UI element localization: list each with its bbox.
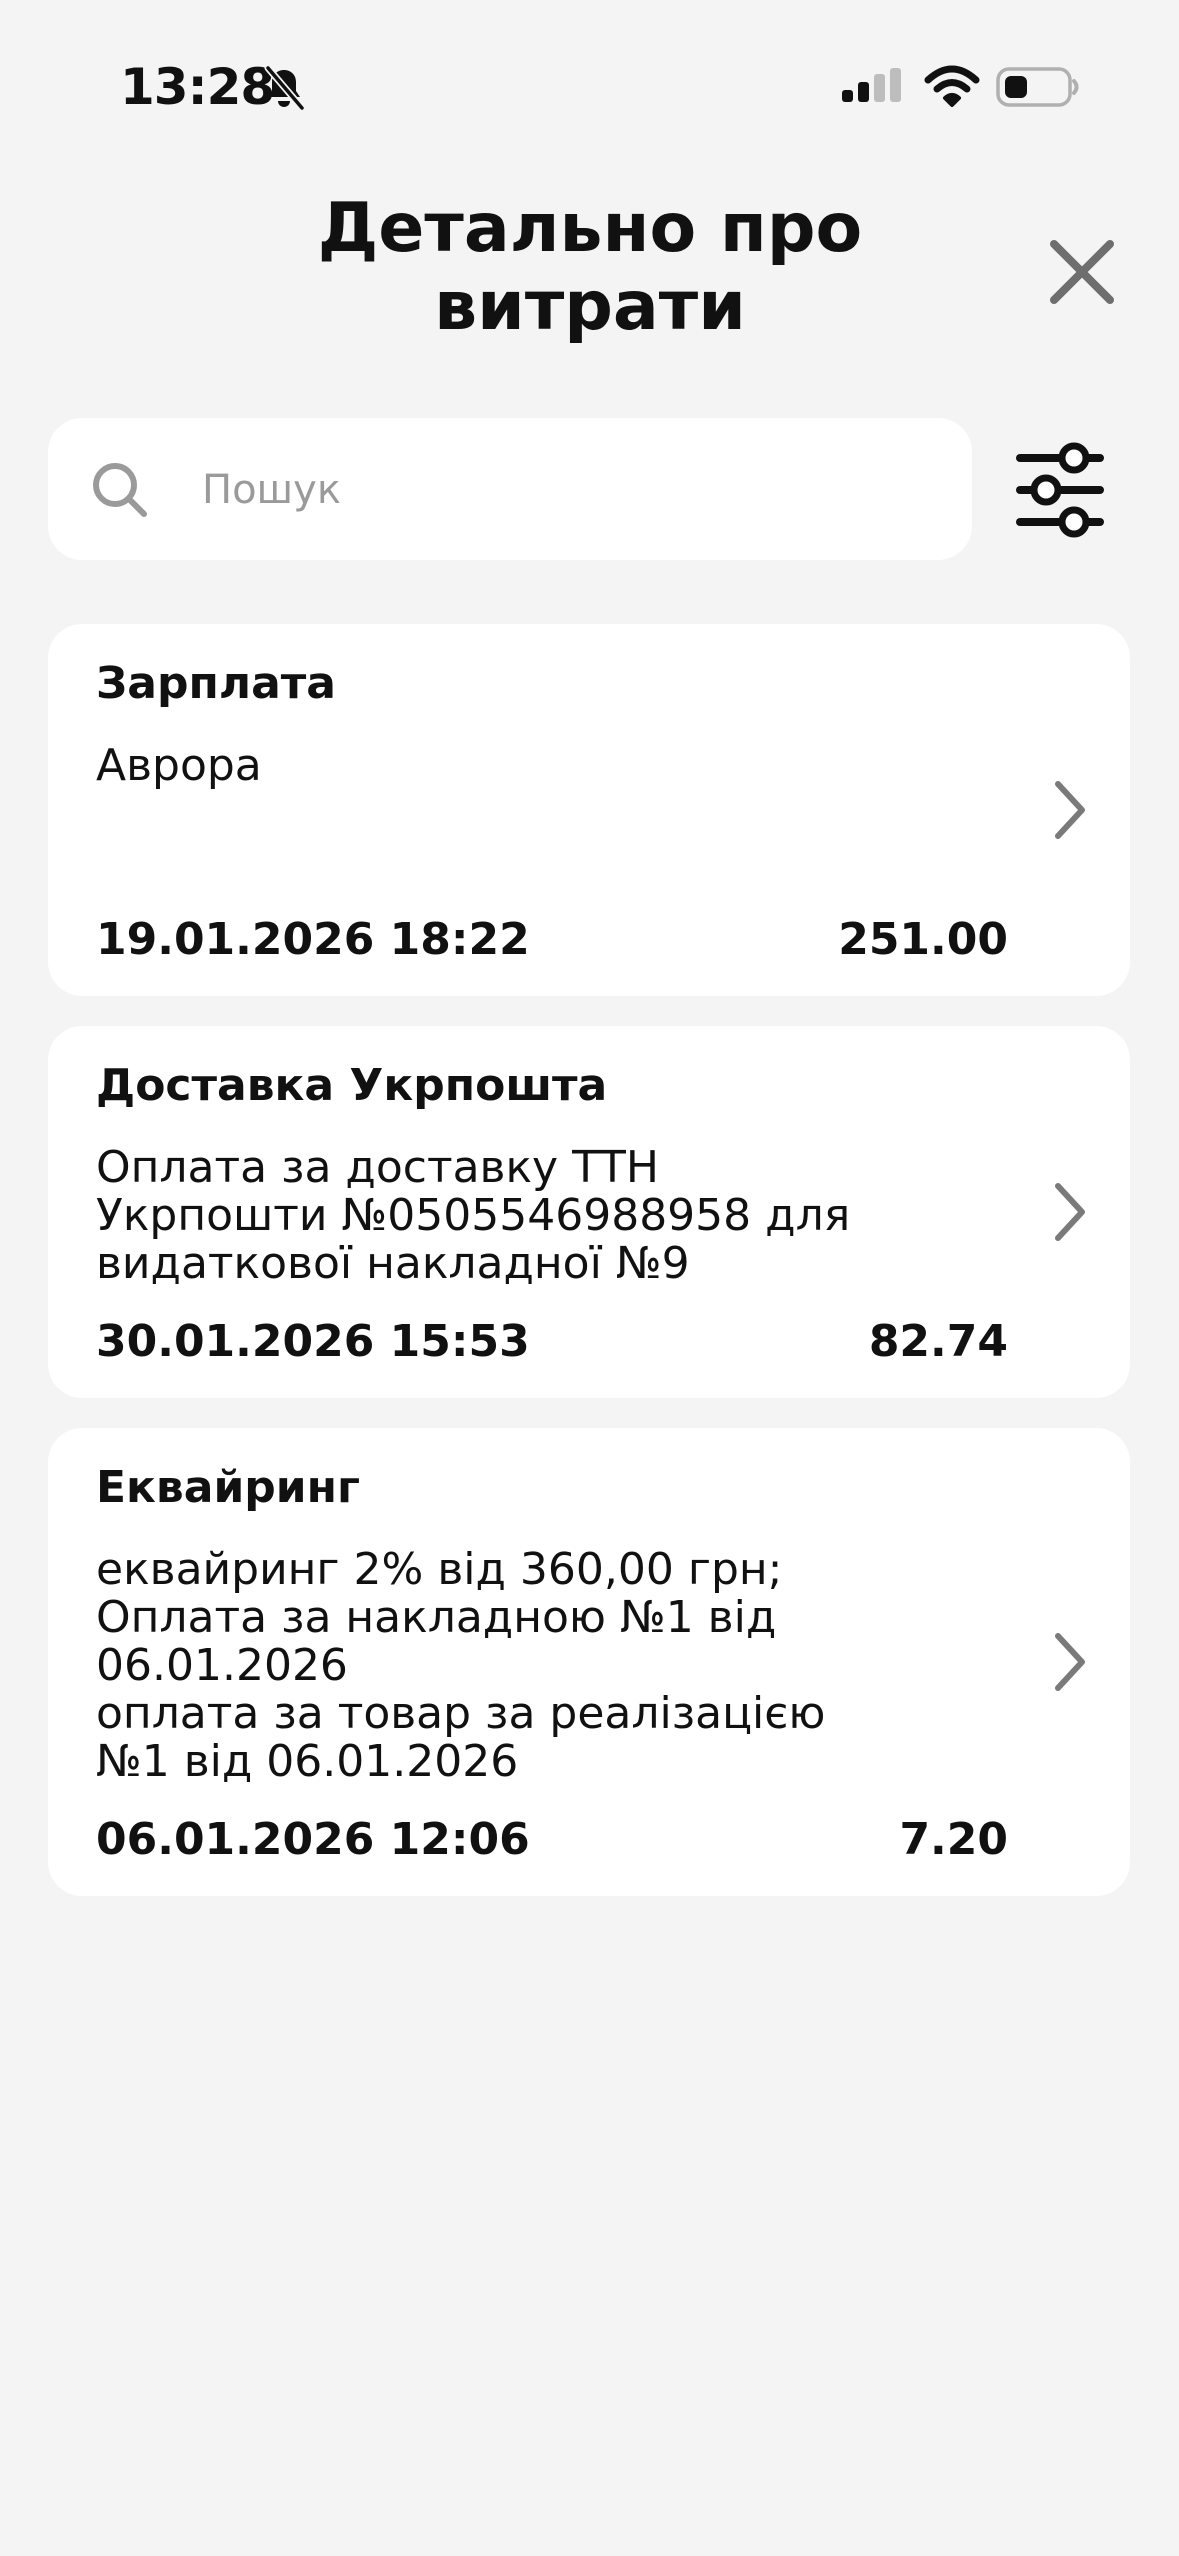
expense-card[interactable]: Еквайринг еквайринг 2% від 360,00 грн; О… [48, 1428, 1130, 1896]
status-time: 13:28 [120, 58, 275, 116]
status-bar: 13:28 [0, 0, 1179, 180]
expense-description: Аврора [96, 740, 262, 791]
expense-amount: 7.20 [899, 1814, 1008, 1865]
sliders-icon[interactable] [1012, 440, 1108, 540]
expense-amount: 251.00 [838, 914, 1008, 965]
expense-card[interactable]: Доставка Укрпошта Оплата за доставку ТТН… [48, 1026, 1130, 1398]
close-icon[interactable] [1044, 234, 1120, 310]
chevron-right-icon [1055, 781, 1085, 839]
bell-slash-icon [264, 64, 306, 112]
search-icon [93, 463, 147, 517]
search-box[interactable] [48, 418, 972, 560]
chevron-right-icon [1055, 1183, 1085, 1241]
expense-title: Еквайринг [96, 1462, 360, 1513]
battery-icon [996, 67, 1079, 107]
chevron-right-icon [1055, 1633, 1085, 1691]
expense-card[interactable]: Зарплата Аврора 19.01.2026 18:22 251.00 [48, 624, 1130, 996]
expense-date: 06.01.2026 12:06 [96, 1814, 530, 1865]
expense-description: еквайринг 2% від 360,00 грн; Оплата за н… [96, 1544, 826, 1787]
expense-title: Доставка Укрпошта [96, 1060, 608, 1111]
wifi-icon [924, 65, 980, 107]
cellular-signal-icon [842, 68, 901, 102]
expense-date: 19.01.2026 18:22 [96, 914, 530, 965]
expense-title: Зарплата [96, 658, 336, 709]
expense-date: 30.01.2026 15:53 [96, 1316, 530, 1367]
expense-amount: 82.74 [868, 1316, 1008, 1367]
search-input[interactable] [200, 448, 944, 532]
page-title: Детально про витрати [317, 189, 863, 346]
expense-description: Оплата за доставку ТТН Укрпошти №0505546… [96, 1142, 851, 1289]
